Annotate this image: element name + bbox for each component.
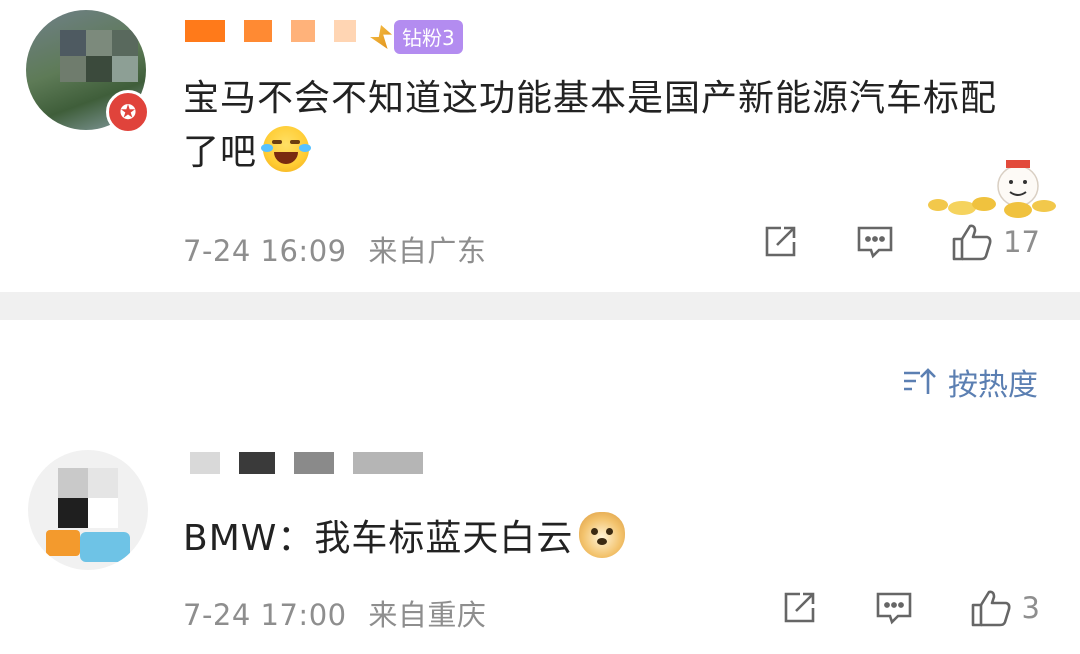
laughing-tears-emoji-icon — [261, 126, 312, 172]
fan-badge-label: 钻粉3 — [394, 20, 463, 54]
username-redacted — [353, 452, 424, 474]
username-redacted — [239, 452, 276, 474]
fan-level-badge[interactable]: 钻粉3 — [370, 20, 463, 54]
like-icon — [952, 224, 992, 261]
like-count: 17 — [1003, 225, 1040, 259]
username[interactable] — [190, 452, 437, 492]
username-redacted — [185, 20, 225, 42]
location: 来自广东 — [368, 234, 487, 268]
comment-button[interactable] — [874, 589, 914, 627]
share-button[interactable] — [761, 223, 799, 261]
comment-icon — [857, 226, 893, 259]
sort-label: 按热度 — [948, 368, 1038, 403]
sort-icon — [904, 368, 936, 394]
share-button[interactable] — [780, 589, 818, 627]
comment-item: ✪ 钻粉3 宝马不会不知道这功能基本是国产新能源汽车标配了吧 7-24 16:0… — [0, 0, 1080, 292]
like-count: 3 — [1021, 591, 1040, 625]
comment-actions: 3 — [724, 588, 1040, 628]
like-button[interactable]: 17 — [951, 222, 1040, 262]
username-redacted — [244, 20, 273, 42]
like-icon — [971, 590, 1011, 627]
comment-text: 宝马不会不知道这功能基本是国产新能源汽车标配了吧 — [183, 72, 1023, 180]
comment-icon — [876, 592, 911, 625]
username-redacted — [294, 452, 335, 474]
cartoon-sticker-decoration — [928, 160, 1056, 218]
comment-text: BMW：我车标蓝天白云 — [183, 512, 943, 566]
share-icon — [765, 226, 796, 257]
timestamp: 7-24 16:09 — [183, 234, 347, 268]
username-redacted — [190, 452, 220, 474]
comment-button[interactable] — [855, 223, 895, 261]
doge-emoji-icon — [579, 512, 626, 558]
username-redacted — [291, 20, 316, 42]
username[interactable] — [185, 20, 370, 60]
comment-meta: 7-24 16:09 来自广东 — [183, 228, 486, 270]
avatar[interactable] — [28, 450, 148, 570]
like-button[interactable]: 3 — [970, 588, 1040, 628]
location: 来自重庆 — [368, 598, 487, 632]
timestamp: 7-24 17:00 — [183, 598, 347, 632]
comment-body: BMW：我车标蓝天白云 — [183, 518, 574, 559]
username-redacted — [334, 20, 357, 42]
sort-button[interactable]: 按热度 — [902, 360, 1038, 404]
comment-actions: 17 — [705, 222, 1040, 262]
share-icon — [784, 592, 814, 623]
comment-item: BMW：我车标蓝天白云 7-24 17:00 来自重庆 3 — [0, 428, 1080, 654]
fan-badge-icon — [370, 25, 392, 49]
verified-badge-icon: ✪ — [106, 90, 150, 134]
comment-meta: 7-24 17:00 来自重庆 — [183, 592, 486, 634]
section-divider — [0, 292, 1080, 320]
